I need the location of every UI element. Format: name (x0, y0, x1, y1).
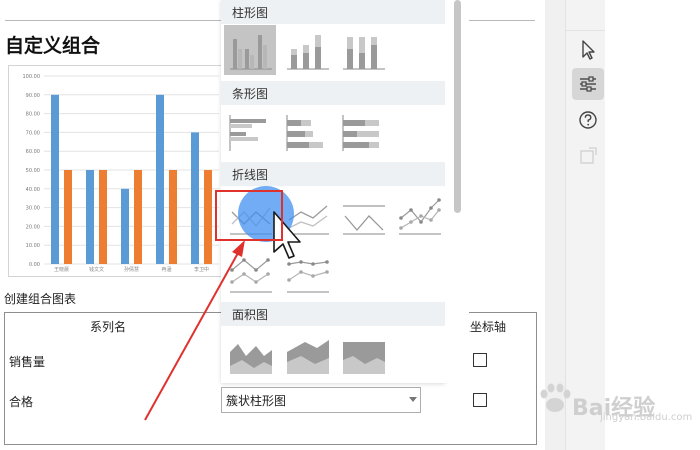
paw-icon (540, 383, 571, 412)
selection-highlight (215, 190, 283, 241)
arrow-annotation (144, 240, 245, 421)
annotation-overlay (144, 186, 301, 421)
watermark-url: jingyan.baidu.com (600, 412, 693, 423)
